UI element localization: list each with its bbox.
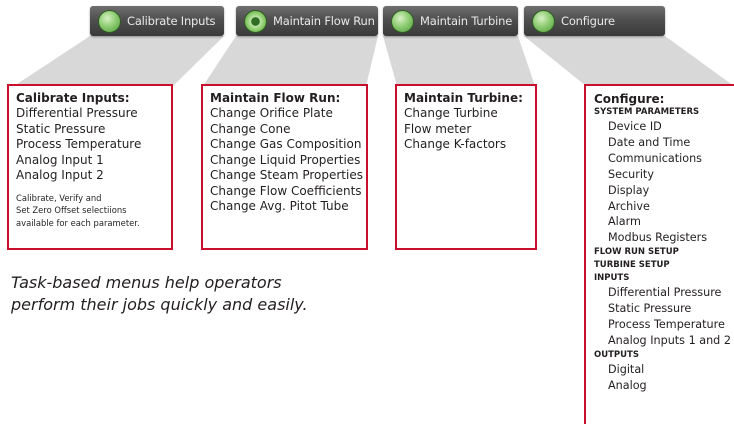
connector-flowrun bbox=[203, 36, 378, 86]
menu-item[interactable]: Change Steam Properties bbox=[210, 168, 366, 184]
note-line: Set Zero Offset selectiions bbox=[16, 205, 127, 215]
panel-title: Configure: bbox=[594, 92, 665, 106]
tagline-line: perform their jobs quickly and easily. bbox=[11, 295, 308, 314]
maintain-turbine-panel: Maintain Turbine: Change Turbine Flow me… bbox=[395, 84, 537, 250]
section-header: OUTPUTS bbox=[594, 349, 639, 360]
menu-item[interactable]: Differential Pressure bbox=[16, 106, 171, 122]
menu-item[interactable]: Device ID bbox=[594, 119, 734, 135]
menu-item[interactable]: Flow meter bbox=[404, 122, 535, 138]
menu-item[interactable]: Alarm bbox=[594, 214, 734, 230]
tab-calibrate-inputs[interactable]: Calibrate Inputs bbox=[90, 6, 224, 36]
menu-item[interactable]: Date and Time bbox=[594, 135, 734, 151]
menu-item[interactable]: Process Temperature bbox=[594, 317, 734, 333]
menu-item[interactable]: Analog bbox=[594, 378, 734, 394]
menu-item[interactable]: Change Cone bbox=[210, 122, 366, 138]
tab-maintain-flow-run[interactable]: Maintain Flow Run bbox=[236, 6, 378, 36]
configure-panel: Configure: SYSTEM PARAMETERS Device ID D… bbox=[584, 84, 734, 424]
section-header: SYSTEM PARAMETERS bbox=[594, 107, 700, 117]
menu-item[interactable]: Change K-factors bbox=[404, 137, 535, 153]
menu-item[interactable]: Display bbox=[594, 183, 734, 199]
tab-configure[interactable]: Configure bbox=[524, 6, 665, 36]
menu-item[interactable]: Security bbox=[594, 167, 734, 183]
tab-turbine-label: Maintain Turbine bbox=[420, 14, 513, 28]
section-header[interactable]: FLOW RUN SETUP bbox=[594, 246, 734, 259]
section-header[interactable]: TURBINE SETUP bbox=[594, 259, 734, 272]
connector-calibrate bbox=[14, 36, 224, 86]
menu-item[interactable]: Analog Input 1 bbox=[16, 153, 171, 169]
panel-title: Maintain Turbine: bbox=[404, 91, 523, 105]
menu-item[interactable]: Digital bbox=[594, 362, 734, 378]
menu-item[interactable]: Archive bbox=[594, 199, 734, 215]
menu-item[interactable]: Change Liquid Properties bbox=[210, 153, 366, 169]
menu-item[interactable]: Communications bbox=[594, 151, 734, 167]
ring-icon bbox=[244, 9, 267, 33]
turbine-icon bbox=[391, 9, 414, 33]
tab-configure-label: Configure bbox=[561, 14, 615, 28]
tab-maintain-turbine[interactable]: Maintain Turbine bbox=[383, 6, 518, 36]
connector-configure bbox=[524, 36, 734, 86]
tagline: Task-based menus help operators perform … bbox=[11, 272, 308, 316]
connector-turbine bbox=[383, 36, 535, 86]
calibrate-inputs-panel: Calibrate Inputs: Differential Pressure … bbox=[7, 84, 173, 250]
menu-item[interactable]: Change Turbine bbox=[404, 106, 535, 122]
menu-item[interactable]: Static Pressure bbox=[594, 301, 734, 317]
menu-item[interactable]: Static Pressure bbox=[16, 122, 171, 138]
tab-calibrate-label: Calibrate Inputs bbox=[127, 14, 216, 28]
panel-title: Maintain Flow Run: bbox=[210, 91, 341, 105]
wrench-icon bbox=[532, 9, 555, 33]
gauge-icon bbox=[98, 9, 121, 33]
menu-item[interactable]: Analog Input 2 bbox=[16, 168, 171, 184]
note-line: available for each parameter. bbox=[16, 217, 140, 228]
tab-flowrun-label: Maintain Flow Run bbox=[273, 14, 375, 28]
menu-item[interactable]: Differential Pressure bbox=[594, 285, 734, 301]
menu-item[interactable]: Change Avg. Pitot Tube bbox=[210, 199, 366, 215]
panel-title: Calibrate Inputs: bbox=[16, 91, 130, 105]
menu-item[interactable]: Change Gas Composition bbox=[210, 137, 366, 153]
menu-item[interactable]: Process Temperature bbox=[16, 137, 171, 153]
note-line: Calibrate, Verify and bbox=[16, 192, 102, 203]
menu-item[interactable]: Change Flow Coefficients bbox=[210, 184, 366, 200]
menu-item[interactable]: Change Orifice Plate bbox=[210, 106, 366, 122]
menu-item[interactable]: Modbus Registers bbox=[594, 230, 734, 246]
maintain-flow-run-panel: Maintain Flow Run: Change Orifice Plate … bbox=[201, 84, 368, 250]
section-header: INPUTS bbox=[594, 273, 630, 284]
tagline-line: Task-based menus help operators bbox=[11, 273, 282, 292]
menu-item[interactable]: Analog Inputs 1 and 2 bbox=[594, 333, 734, 349]
calibrate-note: Calibrate, Verify and Set Zero Offset se… bbox=[16, 192, 171, 230]
